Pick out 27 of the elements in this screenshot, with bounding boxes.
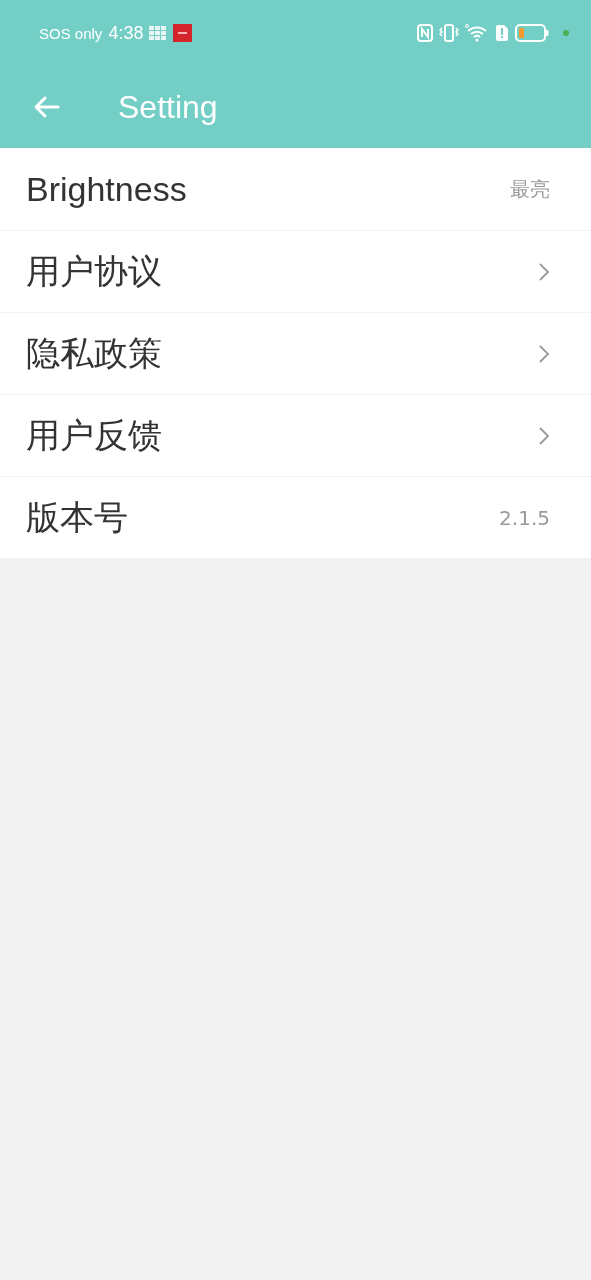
chevron-right-icon xyxy=(538,261,550,282)
setting-value: 最亮 xyxy=(510,175,550,203)
setting-label: 版本号 xyxy=(26,496,128,538)
settings-row[interactable]: Brightness 最亮 xyxy=(0,148,591,230)
settings-row[interactable]: 隐私政策 xyxy=(0,312,591,394)
app-icon xyxy=(173,24,193,42)
setting-label: Brightness xyxy=(26,169,187,209)
clock-time: 4:38 xyxy=(108,22,144,44)
settings-row[interactable]: 用户反馈 xyxy=(0,394,591,476)
setting-label: 用户反馈 xyxy=(26,414,162,456)
nfc-icon xyxy=(417,24,433,42)
vibrate-icon xyxy=(439,24,459,42)
battery-icon xyxy=(515,24,549,42)
chevron-right-icon xyxy=(538,343,550,364)
setting-label: 隐私政策 xyxy=(26,332,162,374)
setting-value: 2.1.5 xyxy=(499,505,550,530)
sim-alert-icon xyxy=(495,24,509,42)
back-arrow-icon xyxy=(32,95,60,119)
settings-row[interactable]: 用户协议 xyxy=(0,230,591,312)
wifi-icon xyxy=(465,24,489,42)
chevron-right-icon xyxy=(538,425,550,446)
setting-label: 用户协议 xyxy=(26,250,162,292)
status-dot-icon xyxy=(563,30,569,36)
grid-icon xyxy=(149,26,168,40)
page-title: Setting xyxy=(118,88,218,126)
settings-row[interactable]: 版本号 2.1.5 xyxy=(0,476,591,558)
carrier-text: SOS only xyxy=(39,24,103,42)
